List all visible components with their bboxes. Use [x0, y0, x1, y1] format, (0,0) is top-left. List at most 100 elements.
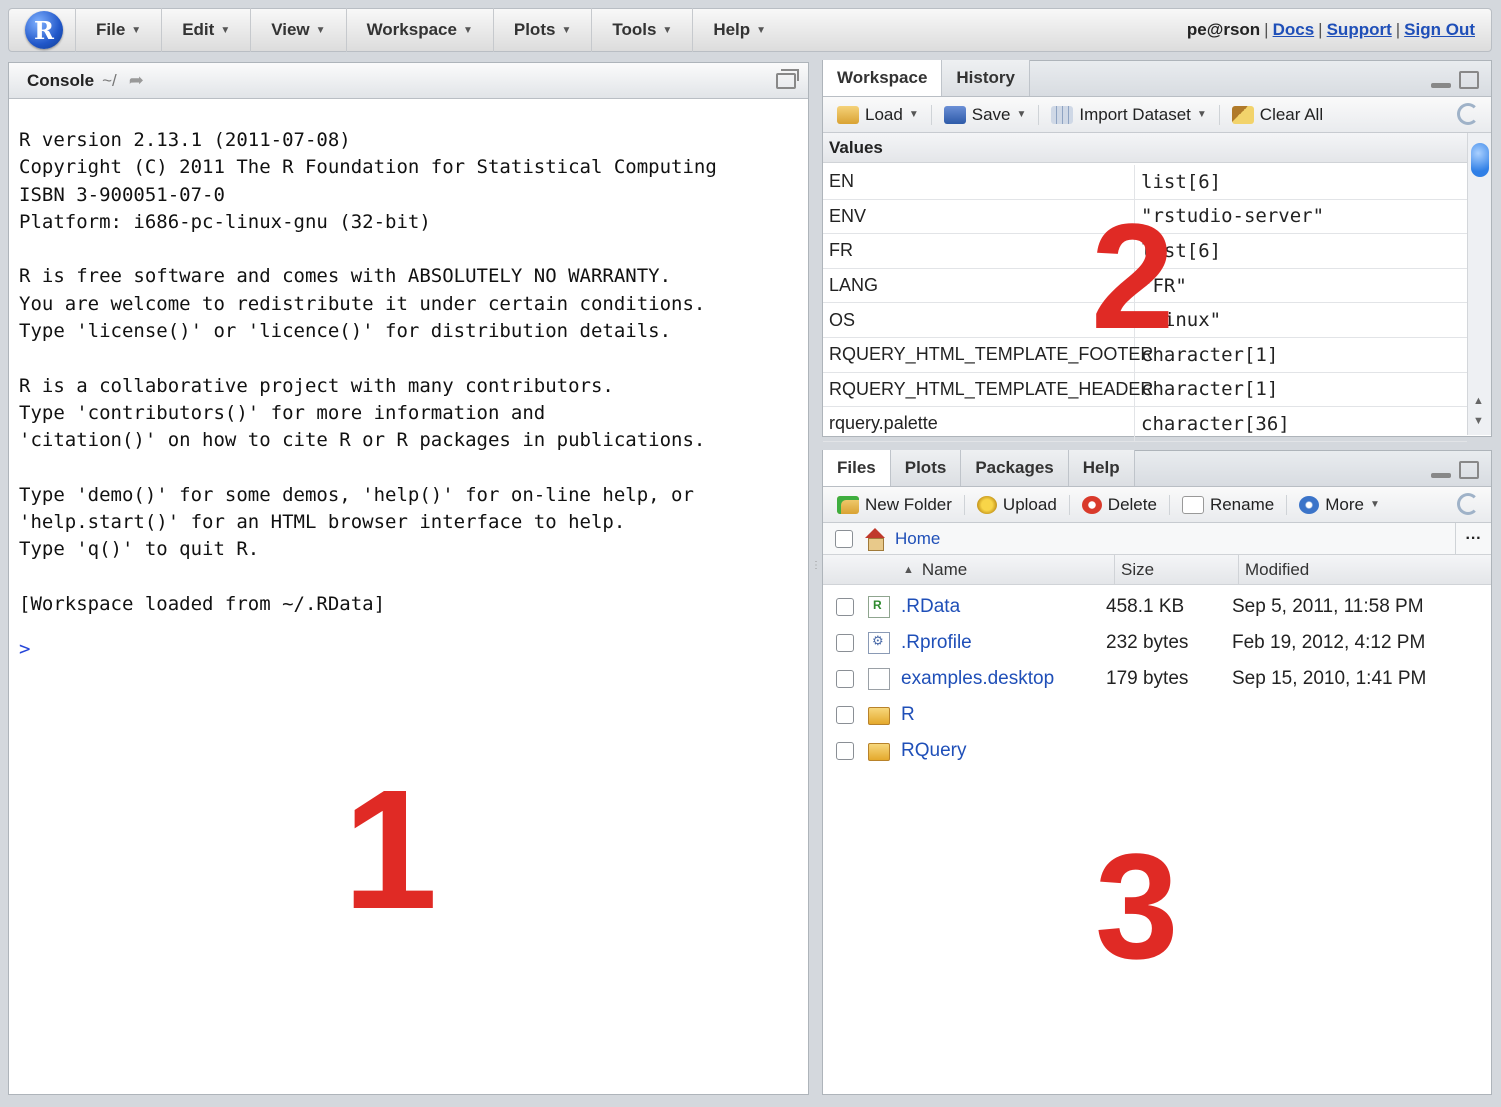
console-pane: Console ~/ ➦ R version 2.13.1 (2011-07-0… [8, 62, 809, 1095]
scroll-down-icon[interactable]: ▼ [1473, 415, 1484, 427]
column-header-modified[interactable]: Modified [1239, 560, 1309, 580]
column-header-size[interactable]: Size [1115, 555, 1239, 584]
minimize-icon[interactable] [1431, 472, 1451, 478]
docs-link[interactable]: Docs [1273, 20, 1315, 39]
folder-icon [868, 707, 890, 725]
chevron-down-icon: ▼ [1016, 109, 1027, 120]
file-row: .Rprofile232 bytes Feb 19, 2012, 4:12 PM [823, 625, 1491, 661]
file-name-link[interactable]: .Rprofile [890, 632, 1106, 654]
clear-all-button[interactable]: Clear All [1218, 104, 1335, 125]
console-prompt[interactable]: > [19, 636, 808, 663]
console-path: ~/ [102, 70, 117, 90]
workspace-row[interactable]: RQUERY_HTML_TEMPLATE_HEADER character[1] [823, 372, 1467, 408]
file-name-link[interactable]: R [890, 704, 1106, 726]
delete-button[interactable]: Delete [1068, 494, 1169, 515]
menu-file[interactable]: File ▼ [75, 8, 161, 52]
go-to-directory-icon[interactable]: ➦ [129, 70, 144, 91]
select-all-checkbox[interactable] [835, 529, 853, 548]
console-header: Console ~/ ➦ [9, 63, 808, 99]
console-line: Copyright (C) 2011 The R Foundation for … [19, 156, 717, 179]
more-options-icon[interactable]: ··· [1455, 523, 1491, 554]
support-link[interactable]: Support [1327, 20, 1392, 39]
upload-button[interactable]: Upload [963, 494, 1069, 515]
tab-packages[interactable]: Packages [961, 450, 1069, 486]
chevron-down-icon: ▼ [1196, 109, 1207, 120]
rename-button[interactable]: Rename [1168, 494, 1286, 515]
console-line: ISBN 3-900051-07-0 [19, 183, 225, 206]
file-modified: Feb 19, 2012, 4:12 PM [1232, 632, 1426, 653]
workspace-scrollbar[interactable]: ▲ ▼ [1467, 133, 1491, 435]
workspace-toolbar: Load ▼ Save ▼ Import Dataset ▼ Clear All [823, 97, 1491, 133]
gear-icon [1299, 495, 1320, 514]
scrollbar-thumb[interactable] [1471, 143, 1489, 177]
user-box: pe@rson | Docs | Support | Sign Out [1187, 20, 1475, 40]
menu-view[interactable]: View ▼ [250, 8, 345, 52]
console-line: 'citation()' on how to cite R or R packa… [19, 429, 706, 452]
upload-label: Upload [1002, 494, 1057, 514]
rename-icon [1181, 495, 1204, 514]
menu-workspace[interactable]: Workspace ▼ [345, 8, 493, 52]
sign-out-link[interactable]: Sign Out [1404, 20, 1475, 39]
broom-icon [1231, 105, 1254, 124]
more-label: More [1325, 494, 1364, 514]
tab-files[interactable]: Files [823, 450, 891, 486]
new-folder-label: New Folder [865, 494, 952, 514]
tab-help[interactable]: Help [1068, 450, 1135, 486]
scroll-up-icon[interactable]: ▲ [1473, 395, 1484, 407]
file-checkbox[interactable] [836, 742, 854, 760]
home-link[interactable]: Home [895, 529, 940, 549]
file-row: examples.desktop 179 bytes Sep 15, 2010, 1… [823, 661, 1491, 697]
file-checkbox[interactable] [836, 706, 854, 724]
home-icon[interactable] [863, 527, 887, 551]
refresh-icon[interactable] [1457, 103, 1479, 125]
menu-plots[interactable]: Plots ▼ [492, 8, 591, 52]
console-output[interactable]: R version 2.13.1 (2011-07-08) Copyright (… [9, 99, 808, 664]
restore-pane-icon[interactable] [776, 68, 799, 89]
menu-tools[interactable]: Tools ▼ [591, 8, 692, 52]
maximize-icon[interactable] [1459, 71, 1479, 89]
file-checkbox[interactable] [836, 634, 854, 652]
workspace-row[interactable]: rquery.palette character[36] [823, 407, 1467, 442]
file-name-link[interactable]: RQuery [890, 740, 1106, 762]
file-modified: Sep 15, 2010, 1:41 PM [1232, 668, 1427, 689]
menu-help[interactable]: Help ▼ [692, 8, 786, 52]
file-name-link[interactable]: .RData [890, 596, 1106, 618]
rdata-file-icon [868, 596, 890, 618]
minimize-icon[interactable] [1431, 82, 1451, 88]
rprofile-file-icon [868, 632, 890, 654]
file-name-link[interactable]: examples.desktop [890, 668, 1106, 690]
more-button[interactable]: More ▼ [1286, 494, 1392, 515]
files-tabs: Files Plots Packages Help [823, 450, 1491, 487]
refresh-icon[interactable] [1457, 493, 1479, 515]
files-pane: Files Plots Packages Help New Folder Upl… [822, 450, 1492, 1095]
annotation-number-3: 3 [1095, 822, 1179, 990]
tab-plots[interactable]: Plots [890, 450, 962, 486]
load-button[interactable]: Load ▼ [835, 105, 931, 125]
console-line: Platform: i686-pc-linux-gnu (32-bit) [19, 210, 431, 233]
upload-icon [976, 495, 997, 514]
menu-tools-label: Tools [612, 20, 657, 39]
chevron-down-icon: ▼ [908, 109, 919, 120]
new-folder-button[interactable]: New Folder [835, 495, 964, 515]
import-dataset-button[interactable]: Import Dataset ▼ [1038, 104, 1218, 125]
separator: | [1318, 20, 1323, 39]
save-button[interactable]: Save ▼ [930, 104, 1039, 125]
chevron-down-icon: ▼ [662, 24, 673, 36]
menu-edit[interactable]: Edit ▼ [161, 8, 250, 52]
maximize-icon[interactable] [1459, 461, 1479, 479]
import-dataset-label: Import Dataset [1079, 104, 1191, 124]
console-line: 'help.start()' for an HTML browser inter… [19, 511, 626, 534]
console-line: ​ [19, 455, 808, 482]
column-header-name[interactable]: ▲ Name [823, 555, 1115, 584]
tab-history[interactable]: History [942, 60, 1030, 96]
chevron-down-icon: ▼ [462, 24, 473, 36]
annotation-number-2: 2 [1091, 192, 1175, 360]
file-checkbox[interactable] [836, 670, 854, 688]
file-checkbox[interactable] [836, 598, 854, 616]
values-section-header: Values [823, 133, 1491, 163]
variable-name: RQUERY_HTML_TEMPLATE_HEADER [823, 372, 1153, 407]
vertical-splitter[interactable]: ⋮ [811, 560, 821, 590]
tab-workspace[interactable]: Workspace [823, 60, 943, 96]
files-table-header: ▲ Name Size Modified [823, 555, 1491, 585]
variable-value: list[6] [1141, 170, 1222, 193]
